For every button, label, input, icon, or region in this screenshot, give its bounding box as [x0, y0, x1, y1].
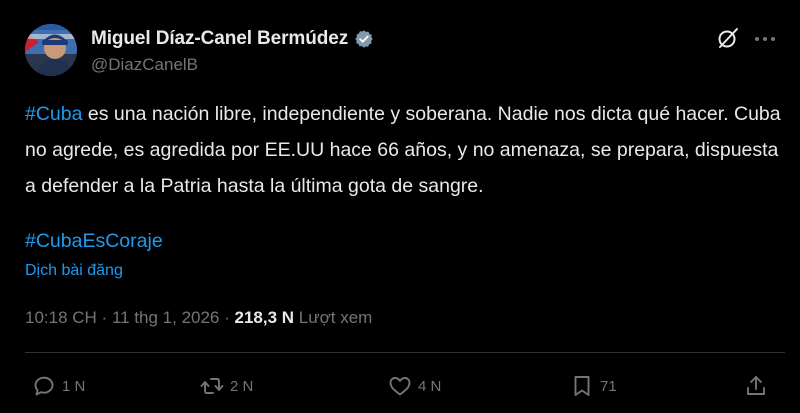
author-display-name[interactable]: Miguel Díaz-Canel Bermúdez	[91, 28, 348, 50]
like-count: 4 N	[418, 377, 442, 395]
post-body: es una nación libre, independiente y sob…	[25, 103, 781, 197]
bookmark-icon	[574, 376, 590, 396]
verified-badge-icon	[355, 30, 373, 48]
reply-icon	[34, 376, 54, 396]
author-name-row: Miguel Díaz-Canel Bermúdez	[91, 28, 374, 50]
hashtag-link[interactable]: #CubaEsCoraje	[25, 230, 163, 253]
meta-separator: ·	[96, 308, 112, 327]
post-time[interactable]: 10:18 CH	[25, 308, 97, 327]
post-meta: 10:18 CH · 11 thg 1, 2026 · 218,3 N Lượt…	[25, 308, 372, 328]
author-handle[interactable]: @DiazCanelB	[91, 55, 198, 75]
post-text: #Cuba es una nación libre, independiente…	[25, 96, 785, 204]
meta-separator: ·	[219, 308, 235, 327]
repost-button[interactable]: 2 N	[200, 370, 253, 402]
hashtag-link[interactable]: #Cuba	[25, 103, 82, 125]
like-icon	[389, 377, 411, 396]
views-label: Lượt xem	[294, 308, 373, 327]
reply-button[interactable]: 1 N	[32, 370, 85, 402]
reply-count: 1 N	[62, 377, 86, 395]
repost-icon	[200, 378, 224, 394]
avatar[interactable]	[25, 24, 77, 76]
share-button[interactable]	[744, 370, 768, 402]
share-icon	[747, 376, 765, 395]
repost-count: 2 N	[230, 377, 254, 395]
views-count[interactable]: 218,3 N	[235, 308, 295, 327]
grok-icon[interactable]	[716, 26, 740, 50]
bookmark-count: 71	[600, 377, 617, 395]
translate-post-link[interactable]: Dịch bài đăng	[25, 262, 123, 280]
bookmark-button[interactable]: 71	[570, 370, 617, 402]
like-button[interactable]: 4 N	[388, 370, 441, 402]
action-bar: 1 N 2 N 4 N 71	[0, 370, 800, 402]
tweet: Miguel Díaz-Canel Bermúdez @DiazCanelB #…	[0, 0, 800, 413]
divider	[25, 352, 785, 353]
post-date[interactable]: 11 thg 1, 2026	[112, 308, 219, 327]
more-icon[interactable]	[754, 36, 776, 42]
